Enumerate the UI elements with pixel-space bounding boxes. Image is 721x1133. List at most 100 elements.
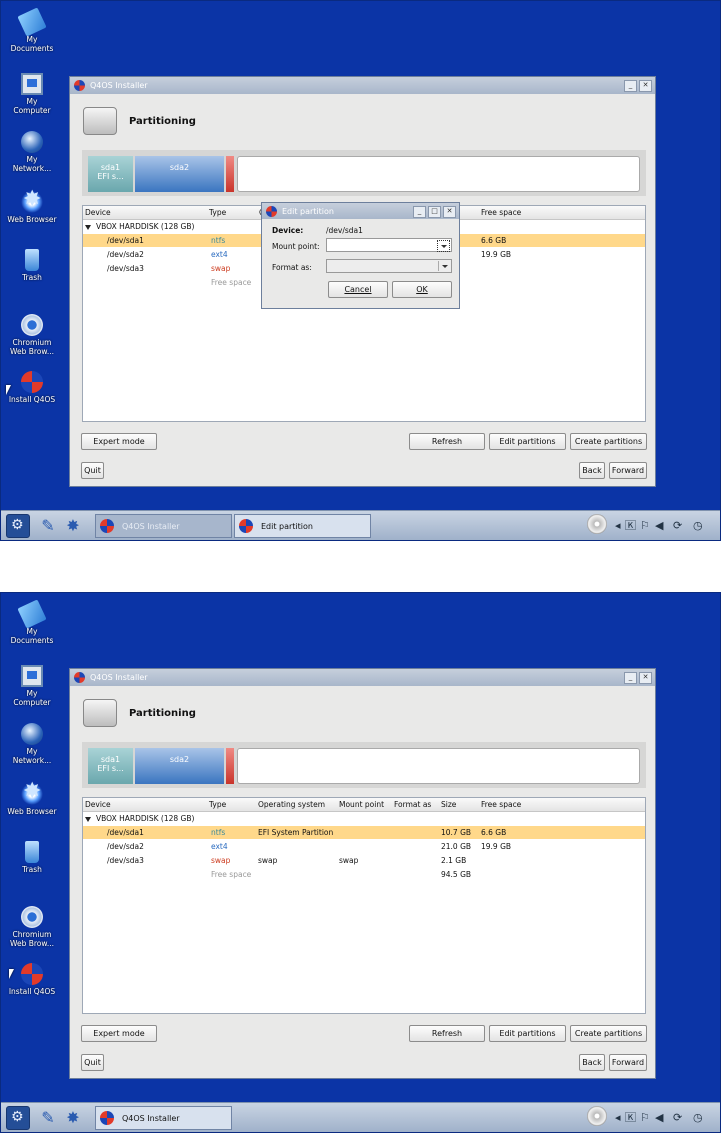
taskbar-item-installer[interactable]: Q4OS Installer [95, 514, 232, 538]
desktop-icon-chromium[interactable]: Chromium Web Brow... [7, 314, 57, 356]
desktop-icon-my-network[interactable]: My Network... [7, 131, 57, 173]
network-tray-icon[interactable]: ⚐ [640, 1108, 650, 1128]
format-as-combobox[interactable] [326, 259, 452, 273]
install-q4os-icon [21, 371, 43, 393]
partition-segment-free[interactable] [237, 748, 640, 784]
ok-button[interactable]: OK [392, 281, 452, 298]
quit-button[interactable]: Quit [81, 462, 104, 479]
forward-button[interactable]: Forward [609, 1054, 647, 1071]
desktop-tools-icon[interactable]: ✎ [38, 1108, 58, 1128]
column-device[interactable]: Device [85, 208, 111, 217]
refresh-button[interactable]: Refresh [409, 433, 485, 450]
partition-segment-sda1[interactable]: sda1 EFI s... [88, 156, 133, 192]
maximize-button[interactable]: □ [428, 206, 441, 218]
desktop-icon-my-documents[interactable]: My Documents [7, 599, 57, 645]
desktop-icon-my-computer[interactable]: My Computer [7, 665, 57, 707]
desktop-icon-trash[interactable]: Trash [7, 841, 57, 874]
column-operating-system[interactable]: Operating system [258, 800, 325, 809]
table-row[interactable]: /dev/sda2 ext4 21.0 GB 19.9 GB [83, 840, 645, 853]
clock-icon[interactable]: ◷ [693, 1108, 703, 1128]
minimize-button[interactable]: _ [413, 206, 426, 218]
installer-titlebar[interactable]: Q4OS Installer [70, 669, 655, 686]
start-menu-button[interactable] [6, 1106, 30, 1130]
taskbar-item-installer[interactable]: Q4OS Installer [95, 1106, 232, 1130]
column-free-space[interactable]: Free space [481, 208, 521, 217]
network-icon [21, 131, 43, 153]
expert-mode-button[interactable]: Expert mode [81, 1025, 157, 1042]
keyboard-layout-icon[interactable]: 🄺 [625, 516, 636, 536]
close-button[interactable]: ✕ [639, 80, 652, 92]
quit-button[interactable]: Quit [81, 1054, 104, 1071]
clock-icon[interactable]: ◷ [693, 516, 703, 536]
keyboard-layout-icon[interactable]: 🄺 [625, 1108, 636, 1128]
update-icon[interactable]: ⟳ [673, 516, 682, 536]
partition-segment-sda2[interactable]: sda2 [135, 156, 224, 192]
back-button[interactable]: Back [579, 462, 605, 479]
desktop-icon-web-browser[interactable]: Web Browser [7, 779, 57, 816]
update-icon[interactable]: ⟳ [673, 1108, 682, 1128]
column-type[interactable]: Type [209, 208, 226, 217]
table-row[interactable]: Free space 94.5 GB [83, 868, 645, 881]
cancel-button[interactable]: Cancel [328, 281, 388, 298]
partition-segment-free[interactable] [237, 156, 640, 192]
tray-arrow-icon[interactable]: ◂ [615, 1108, 621, 1128]
close-button[interactable]: ✕ [443, 206, 456, 218]
close-button[interactable]: ✕ [639, 672, 652, 684]
create-partitions-button[interactable]: Create partitions [570, 1025, 647, 1042]
start-menu-button[interactable] [6, 514, 30, 538]
chromium-icon [21, 906, 43, 928]
desktop-icon-label: My Documents [10, 627, 54, 645]
partition-segment-sda3[interactable] [226, 156, 234, 192]
edit-partitions-button[interactable]: Edit partitions [489, 1025, 566, 1042]
partition-segment-sda1[interactable]: sda1 EFI s... [88, 748, 133, 784]
column-format-as[interactable]: Format as [394, 800, 431, 809]
desktop-icon-my-documents[interactable]: My Documents [7, 7, 57, 53]
network-tray-icon[interactable]: ⚐ [640, 516, 650, 536]
web-browser-icon[interactable]: ✸ [63, 516, 83, 536]
desktop-icon-my-network[interactable]: My Network... [7, 723, 57, 765]
column-free-space[interactable]: Free space [481, 800, 521, 809]
chevron-down-icon[interactable] [438, 261, 450, 271]
cd-drive-icon[interactable] [587, 1106, 607, 1126]
column-size[interactable]: Size [441, 800, 456, 809]
q4os-logo-icon [100, 519, 114, 533]
forward-button[interactable]: Forward [609, 462, 647, 479]
minimize-button[interactable]: _ [624, 672, 637, 684]
desktop-icon-chromium[interactable]: Chromium Web Brow... [7, 906, 57, 948]
table-row-disk[interactable]: VBOX HARDDISK (128 GB) [83, 812, 645, 825]
volume-icon[interactable]: ◀ [655, 1108, 663, 1128]
column-device[interactable]: Device [85, 800, 111, 809]
cell-free: 6.6 GB [481, 236, 507, 245]
desktop-icon-label: My Network... [12, 747, 52, 765]
edit-partitions-button[interactable]: Edit partitions [489, 433, 566, 450]
desktop-icon-web-browser[interactable]: Web Browser [7, 187, 57, 224]
edit-partition-dialog: Edit partition _ □ ✕ Device: /dev/sda1 M… [261, 202, 460, 309]
create-partitions-button[interactable]: Create partitions [570, 433, 647, 450]
table-row[interactable]: /dev/sda3 swap swap swap 2.1 GB [83, 854, 645, 867]
desktop-icon-my-computer[interactable]: My Computer [7, 73, 57, 115]
back-button[interactable]: Back [579, 1054, 605, 1071]
desktop-icon-install-q4os[interactable]: Install Q4OS [7, 963, 57, 996]
partition-segment-sda2[interactable]: sda2 [135, 748, 224, 784]
cd-drive-icon[interactable] [587, 514, 607, 534]
web-browser-icon[interactable]: ✸ [63, 1108, 83, 1128]
refresh-button[interactable]: Refresh [409, 1025, 485, 1042]
volume-icon[interactable]: ◀ [655, 516, 663, 536]
cell-type: ntfs [211, 828, 226, 837]
expert-mode-button[interactable]: Expert mode [81, 433, 157, 450]
taskbar-item-edit-partition[interactable]: Edit partition [234, 514, 371, 538]
dialog-title: Edit partition [282, 206, 334, 216]
desktop-icon-trash[interactable]: Trash [7, 249, 57, 282]
column-type[interactable]: Type [209, 800, 226, 809]
minimize-button[interactable]: _ [624, 80, 637, 92]
table-row[interactable]: /dev/sda1 ntfs EFI System Partition 10.7… [83, 826, 645, 839]
installer-titlebar[interactable]: Q4OS Installer [70, 77, 655, 94]
chevron-down-icon[interactable] [437, 240, 450, 252]
computer-icon [21, 665, 43, 687]
desktop-icon-install-q4os[interactable]: Install Q4OS [7, 371, 57, 404]
mount-point-combobox[interactable] [326, 238, 452, 252]
desktop-tools-icon[interactable]: ✎ [38, 516, 58, 536]
partition-segment-sda3[interactable] [226, 748, 234, 784]
column-mount-point[interactable]: Mount point [339, 800, 384, 809]
tray-arrow-icon[interactable]: ◂ [615, 516, 621, 536]
